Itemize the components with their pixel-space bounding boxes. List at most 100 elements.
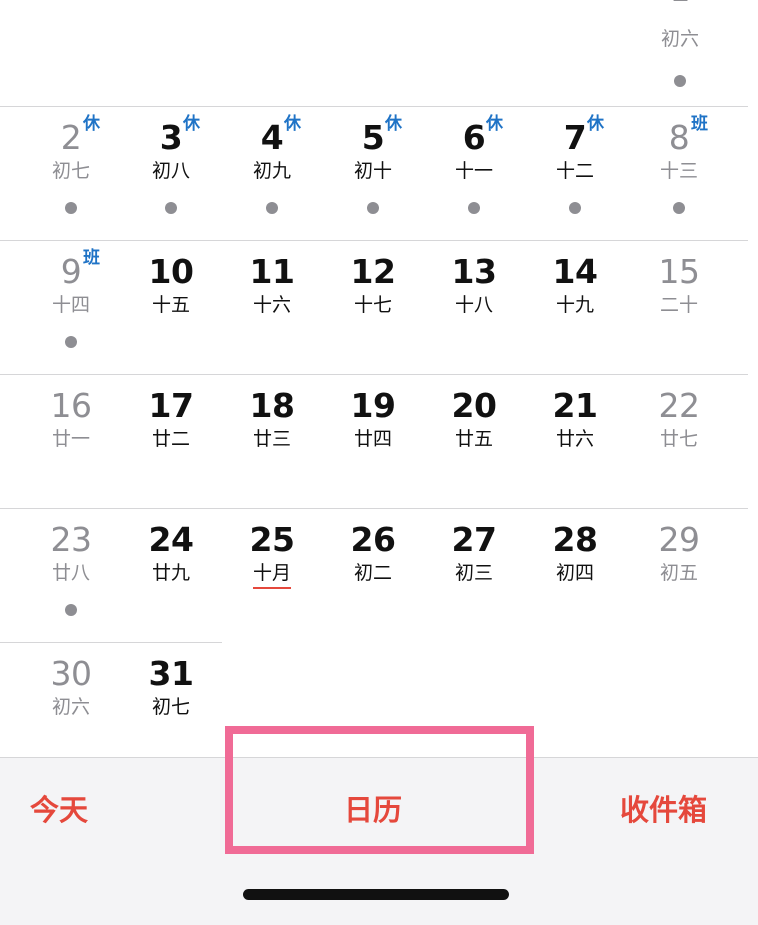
day-number: 20	[451, 386, 497, 425]
lunar-date: 初六	[51, 696, 90, 718]
day-cell-5[interactable]: 5 初十 休	[323, 106, 423, 240]
event-dot	[266, 202, 278, 214]
lunar-date: 初五	[659, 562, 698, 584]
lunar-date: 初七	[151, 696, 190, 718]
day-cell-19[interactable]: 19 廿四	[323, 374, 423, 508]
today-indicator	[253, 587, 291, 589]
day-number: 23	[50, 520, 93, 559]
day-number: 8	[668, 118, 690, 157]
day-cell-15[interactable]: 15 二十	[629, 240, 729, 374]
lunar-date: 初九	[252, 160, 291, 182]
today-button[interactable]: 今天	[30, 788, 88, 832]
day-number: 1	[630, 0, 730, 10]
day-cell-1[interactable]: 1 初六	[630, 0, 730, 108]
day-cell-20[interactable]: 20 廿五	[424, 374, 524, 508]
day-number: 14	[552, 252, 598, 291]
day-number: 22	[658, 386, 701, 425]
lunar-date: 廿七	[659, 428, 698, 450]
lunar-date: 初六	[660, 28, 699, 50]
event-dot	[673, 202, 685, 214]
lunar-date: 十五	[151, 294, 190, 316]
holiday-badge: 休	[183, 114, 200, 134]
lunar-date: 十八	[454, 294, 493, 316]
month-grid: 1 初六 2初七休3初八休4初九休5初十休6十一休7十二休8十三班9十四班10十…	[0, 0, 758, 757]
event-dot	[65, 202, 77, 214]
day-cell-24[interactable]: 24 廿九	[121, 508, 221, 642]
day-number: 15	[658, 252, 701, 291]
lunar-date: 初十	[353, 160, 392, 182]
holiday-badge: 休	[83, 114, 100, 134]
day-number: 26	[350, 520, 396, 559]
day-cell-11[interactable]: 11 十六	[222, 240, 322, 374]
day-number: 11	[249, 252, 295, 291]
day-cell-21[interactable]: 21 廿六	[525, 374, 625, 508]
lunar-date: 十四	[51, 294, 90, 316]
day-cell-17[interactable]: 17 廿二	[121, 374, 221, 508]
day-cell-22[interactable]: 22 廿七	[629, 374, 729, 508]
day-cell-27[interactable]: 27 初三	[424, 508, 524, 642]
inbox-button[interactable]: 收件箱	[620, 788, 707, 832]
day-cell-30[interactable]: 30 初六	[21, 642, 121, 776]
day-cell-18[interactable]: 18 廿三	[222, 374, 322, 508]
day-number: 4	[260, 118, 284, 157]
day-number: 16	[50, 386, 93, 425]
day-number: 30	[50, 654, 93, 693]
holiday-badge: 休	[385, 114, 402, 134]
day-cell-26[interactable]: 26 初二	[323, 508, 423, 642]
day-number: 27	[451, 520, 497, 559]
event-dot	[65, 604, 77, 616]
lunar-date: 廿五	[454, 428, 493, 450]
day-cell-23[interactable]: 23 廿八	[21, 508, 121, 642]
lunar-date: 十九	[555, 294, 594, 316]
event-dot	[674, 75, 686, 87]
lunar-date: 二十	[659, 294, 698, 316]
day-number: 21	[552, 386, 598, 425]
event-dot	[367, 202, 379, 214]
day-cell-7[interactable]: 7 十二 休	[525, 106, 625, 240]
lunar-date: 廿二	[151, 428, 190, 450]
lunar-date: 初四	[555, 562, 594, 584]
highlight-box	[225, 726, 534, 854]
day-number: 13	[451, 252, 497, 291]
day-cell-3[interactable]: 3 初八 休	[121, 106, 221, 240]
day-cell-28[interactable]: 28 初四	[525, 508, 625, 642]
day-cell-10[interactable]: 10 十五	[121, 240, 221, 374]
day-cell-16[interactable]: 16 廿一	[21, 374, 121, 508]
day-cell-25[interactable]: 25 十月	[222, 508, 322, 642]
day-cell-8[interactable]: 8 十三 班	[629, 106, 729, 240]
lunar-date: 廿三	[252, 428, 291, 450]
lunar-date: 十三	[659, 160, 698, 182]
day-number: 28	[552, 520, 598, 559]
day-cell-4[interactable]: 4 初九 休	[222, 106, 322, 240]
day-cell-14[interactable]: 14 十九	[525, 240, 625, 374]
day-number: 24	[148, 520, 194, 559]
lunar-date: 廿一	[51, 428, 90, 450]
workday-badge: 班	[83, 248, 100, 268]
home-indicator	[243, 889, 509, 900]
day-number: 10	[148, 252, 194, 291]
workday-badge: 班	[691, 114, 708, 134]
lunar-date: 初八	[151, 160, 190, 182]
event-dot	[468, 202, 480, 214]
day-cell-6[interactable]: 6 十一 休	[424, 106, 524, 240]
lunar-date: 十七	[353, 294, 392, 316]
day-cell-9[interactable]: 9 十四 班	[21, 240, 121, 374]
day-cell-2[interactable]: 2 初七 休	[21, 106, 121, 240]
day-number: 9	[60, 252, 82, 291]
lunar-date: 十一	[454, 160, 493, 182]
day-cell-13[interactable]: 13 十八	[424, 240, 524, 374]
day-cell-29[interactable]: 29 初五	[629, 508, 729, 642]
day-cell-12[interactable]: 12 十七	[323, 240, 423, 374]
day-number: 3	[159, 118, 183, 157]
day-number: 2	[60, 118, 82, 157]
day-number: 6	[462, 118, 486, 157]
day-number: 17	[148, 386, 194, 425]
lunar-date: 十月	[252, 562, 291, 584]
day-number: 5	[361, 118, 385, 157]
event-dot	[165, 202, 177, 214]
lunar-date: 初七	[51, 160, 90, 182]
day-number: 12	[350, 252, 396, 291]
day-cell-31[interactable]: 31 初七	[121, 642, 221, 776]
day-number: 18	[249, 386, 295, 425]
day-number: 19	[350, 386, 396, 425]
